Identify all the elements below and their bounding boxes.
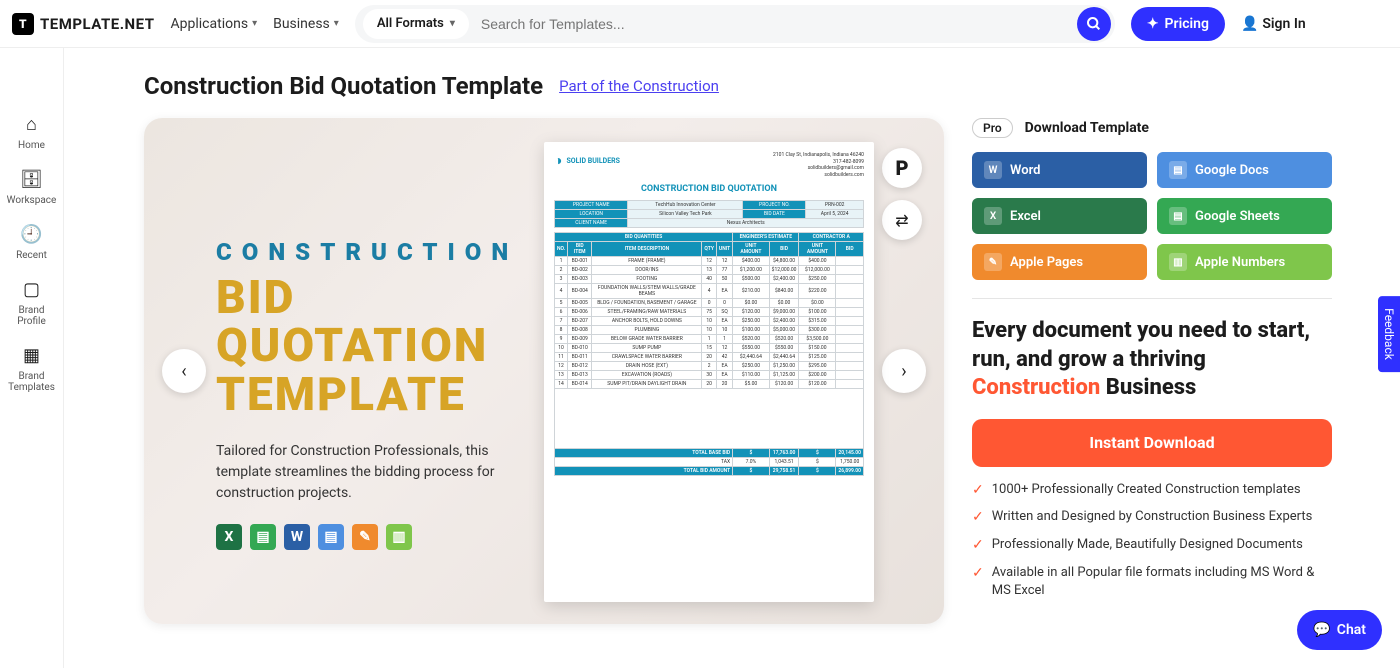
search-icon	[1086, 16, 1102, 32]
check-icon: ✓	[972, 481, 984, 501]
download-apages-button[interactable]: ✎Apple Pages	[972, 244, 1147, 280]
preview-next-button[interactable]: ›	[882, 349, 926, 393]
instant-download-button[interactable]: Instant Download	[972, 419, 1332, 467]
word-icon: W	[284, 524, 310, 550]
grid-icon: ▦	[19, 343, 43, 367]
doc-bid-table: BID QUANTITIESENGINEER'S ESTIMATECONTRAC…	[554, 232, 864, 476]
word-icon: W	[984, 161, 1002, 179]
check-icon: ✓	[972, 508, 984, 528]
sidebar-item-brand-profile[interactable]: ▢Brand Profile	[17, 277, 46, 327]
sparkle-icon: ✦	[1147, 16, 1159, 32]
numbers-icon: ▥	[1169, 253, 1187, 271]
company-logo-icon: ◑	[554, 152, 562, 169]
sidebar-item-brand-templates[interactable]: ▦Brand Templates	[8, 343, 55, 393]
promo-text: Every document you need to start, run, a…	[972, 317, 1332, 403]
excel-icon: X	[216, 524, 242, 550]
chat-icon: 💬	[1313, 622, 1330, 638]
download-template-label: Download Template	[1025, 120, 1149, 136]
document-preview: ◑SOLID BUILDERS 2101 Clay St, Indianapol…	[544, 142, 874, 602]
logo-text: TEMPLATE.NET	[40, 15, 155, 33]
user-icon: 👤	[1241, 16, 1258, 32]
sidebar-item-recent[interactable]: 🕘Recent	[16, 222, 47, 261]
search-input[interactable]	[469, 16, 1077, 32]
check-icon: ✓	[972, 564, 984, 600]
pro-badge: Pro	[972, 118, 1013, 138]
pages-icon: ✎	[352, 524, 378, 550]
download-gsheets-button[interactable]: ▤Google Sheets	[1157, 198, 1332, 234]
benefit-item: ✓Professionally Made, Beautifully Design…	[972, 536, 1332, 556]
preview-prev-button[interactable]: ‹	[162, 349, 206, 393]
preview-line-bid: BID	[216, 274, 518, 322]
pinterest-button[interactable]: P	[882, 148, 922, 188]
download-word-button[interactable]: WWord	[972, 152, 1147, 188]
divider	[972, 298, 1332, 299]
feedback-tab[interactable]: Feedback	[1378, 296, 1400, 372]
benefit-item: ✓Available in all Popular file formats i…	[972, 564, 1332, 600]
nav-applications[interactable]: Applications ▾	[171, 16, 258, 32]
pages-icon: ✎	[984, 253, 1002, 271]
docs-icon: ▤	[318, 524, 344, 550]
pricing-button[interactable]: ✦ Pricing	[1131, 7, 1225, 41]
template-preview: ‹ › P ⇄ CONSTRUCTION BID QUOTATION TEMPL…	[144, 118, 944, 624]
nav-business[interactable]: Business ▾	[273, 16, 339, 32]
preview-tagline: Tailored for Construction Professionals,…	[216, 441, 496, 504]
sidebar-item-home[interactable]: ⌂Home	[18, 112, 45, 151]
pinterest-icon: P	[895, 156, 908, 180]
gsheets-icon: ▤	[1169, 207, 1187, 225]
check-icon: ✓	[972, 536, 984, 556]
preview-line-template: TEMPLATE	[216, 371, 518, 419]
sidebar-item-workspace[interactable]: 🗄Workspace	[7, 167, 57, 206]
doc-info-table: PROJECT NAMETechHub Innovation CenterPRO…	[554, 200, 864, 228]
download-gdocs-button[interactable]: ▤Google Docs	[1157, 152, 1332, 188]
download-excel-button[interactable]: XExcel	[972, 198, 1147, 234]
excel-icon: X	[984, 207, 1002, 225]
preview-line-quotation: QUOTATION	[216, 322, 518, 370]
doc-title: CONSTRUCTION BID QUOTATION	[554, 184, 864, 194]
part-of-link[interactable]: Part of the Construction	[559, 77, 719, 95]
search-button[interactable]	[1077, 7, 1111, 41]
preview-line-construction: CONSTRUCTION	[216, 238, 518, 266]
home-icon: ⌂	[19, 112, 43, 136]
briefcase-icon: 🗄	[19, 167, 43, 191]
chevron-down-icon: ▾	[252, 18, 257, 29]
benefit-item: ✓Written and Designed by Construction Bu…	[972, 508, 1332, 528]
share-icon: ⇄	[895, 211, 908, 230]
chevron-down-icon: ▾	[450, 18, 455, 29]
gdocs-icon: ▤	[1169, 161, 1187, 179]
page-title: Construction Bid Quotation Template	[144, 72, 543, 100]
chat-button[interactable]: 💬 Chat	[1297, 610, 1382, 650]
left-sidebar: ⌂Home 🗄Workspace 🕘Recent ▢Brand Profile …	[0, 48, 64, 668]
sheets-icon: ▤	[250, 524, 276, 550]
site-logo[interactable]: T TEMPLATE.NET	[12, 13, 155, 35]
logo-badge-icon: T	[12, 13, 34, 35]
sign-in-link[interactable]: 👤 Sign In	[1241, 16, 1306, 32]
benefits-list: ✓1000+ Professionally Created Constructi…	[972, 481, 1332, 600]
chevron-down-icon: ▾	[334, 18, 339, 29]
clock-icon: 🕘	[19, 222, 43, 246]
share-button[interactable]: ⇄	[882, 200, 922, 240]
numbers-icon: ▥	[386, 524, 412, 550]
card-icon: ▢	[19, 277, 43, 301]
formats-dropdown[interactable]: All Formats ▾	[363, 9, 469, 39]
download-anumbers-button[interactable]: ▥Apple Numbers	[1157, 244, 1332, 280]
search-bar: All Formats ▾	[355, 5, 1115, 43]
benefit-item: ✓1000+ Professionally Created Constructi…	[972, 481, 1332, 501]
format-icons: X ▤ W ▤ ✎ ▥	[216, 524, 518, 550]
